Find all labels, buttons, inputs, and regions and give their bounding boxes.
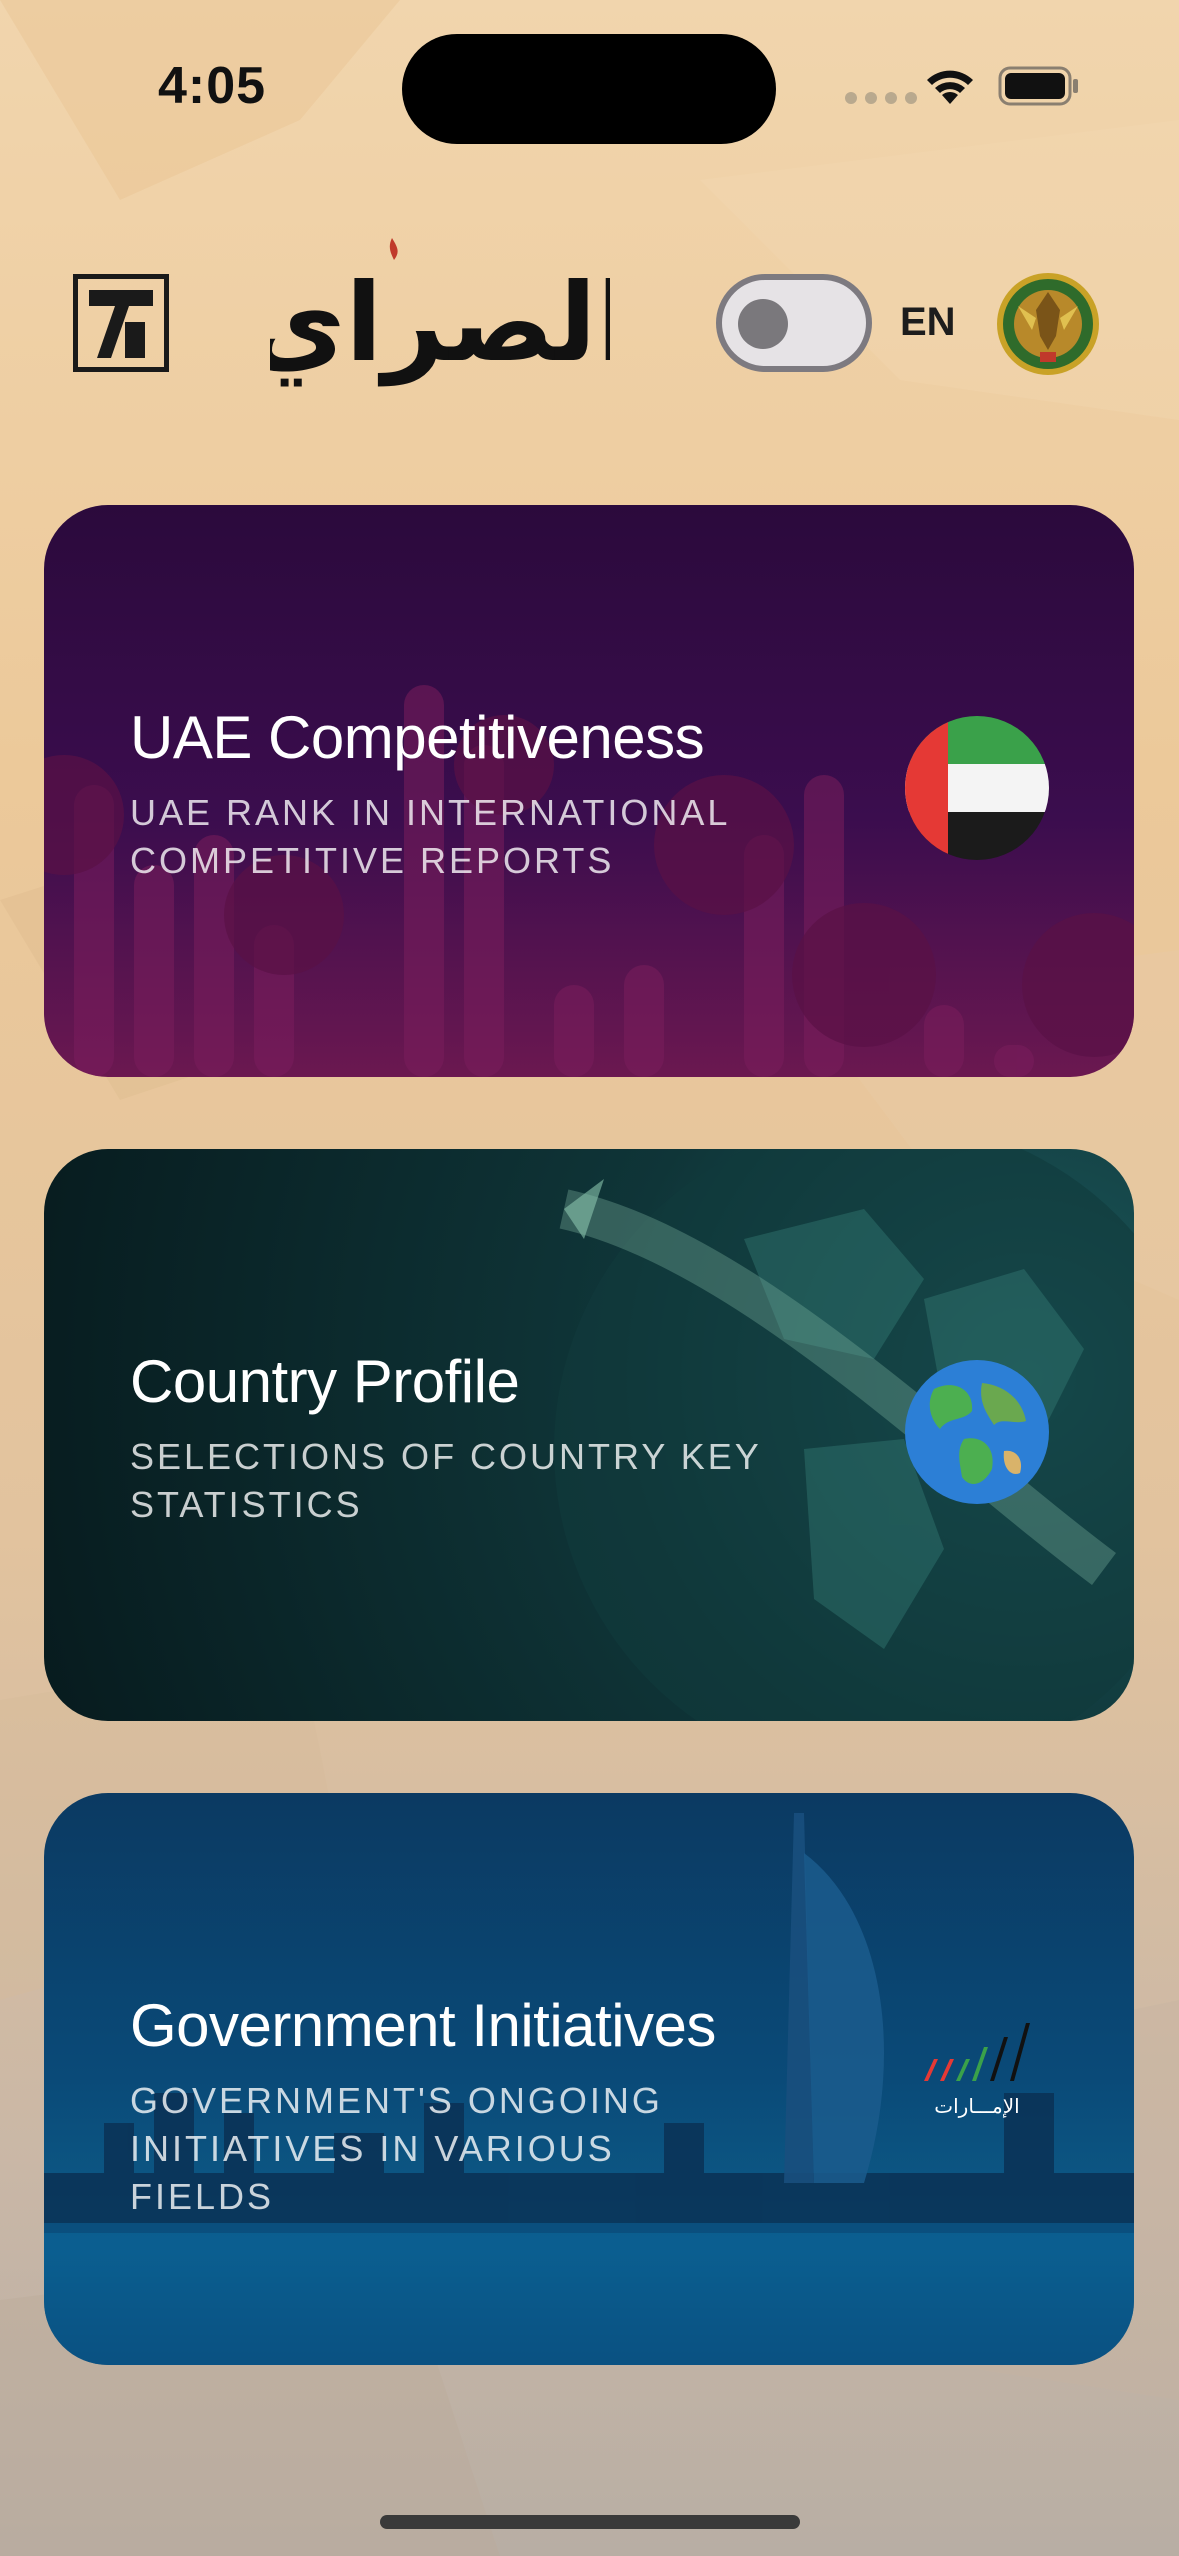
uae-flag-icon	[905, 716, 1049, 860]
signal-icon	[845, 92, 917, 104]
card-title: Country Profile	[130, 1348, 520, 1415]
svg-text:الصراي: الصراي	[270, 261, 610, 387]
app-logo-icon[interactable]	[73, 274, 169, 372]
card-title: UAE Competitiveness	[130, 704, 705, 771]
brand-logo: الصراي	[246, 230, 634, 400]
uae-competitiveness-card[interactable]: UAE Competitiveness UAE RANK IN INTERNAT…	[44, 505, 1134, 1077]
app-header: الصراي EN	[0, 230, 1179, 410]
home-indicator[interactable]	[380, 2515, 800, 2529]
battery-icon	[998, 66, 1078, 106]
card-subtitle: GOVERNMENT'S ONGOING INITIATIVES IN VARI…	[130, 2080, 663, 2217]
card-subtitle: SELECTIONS OF COUNTRY KEY STATISTICS	[130, 1436, 762, 1525]
armed-forces-emblem-icon	[997, 273, 1099, 375]
status-time: 4:05	[158, 57, 267, 115]
card-subtitle: UAE RANK IN INTERNATIONAL COMPETITIVE RE…	[130, 792, 730, 881]
dynamic-island	[402, 34, 776, 144]
country-profile-card[interactable]: Country Profile SELECTIONS OF COUNTRY KE…	[44, 1149, 1134, 1721]
status-bar: 4:05	[0, 0, 1179, 150]
card-title: Government Initiatives	[130, 1992, 716, 2059]
language-toggle[interactable]	[716, 274, 872, 372]
toggle-knob	[738, 299, 788, 349]
uae-brand-icon: الإمـــارات	[924, 2023, 1030, 2118]
svg-text:الإمـــارات: الإمـــارات	[934, 2094, 1019, 2118]
globe-icon	[905, 1360, 1049, 1504]
language-label: EN	[900, 300, 956, 344]
wifi-icon	[927, 70, 973, 104]
government-initiatives-card[interactable]: Government Initiatives GOVERNMENT'S ONGO…	[44, 1793, 1134, 2365]
